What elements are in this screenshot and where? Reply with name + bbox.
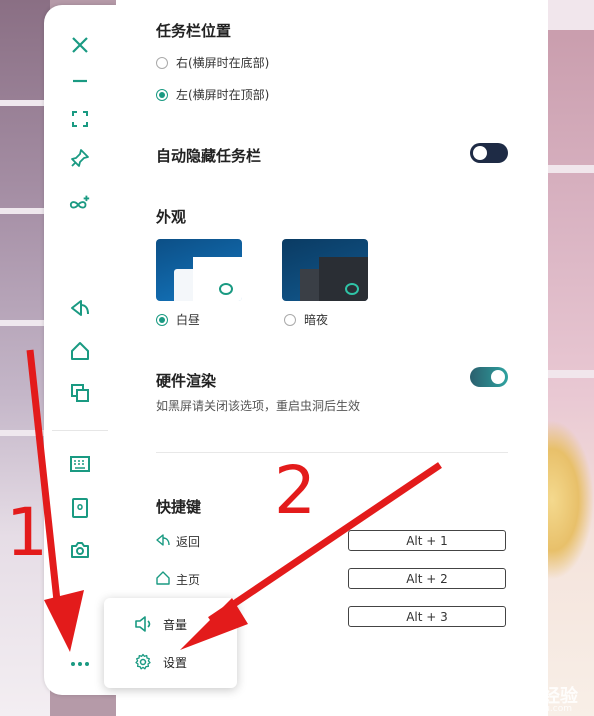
close-button[interactable] xyxy=(44,29,116,61)
shortcut-label: 主页 xyxy=(176,573,201,587)
toolbar-divider xyxy=(52,430,108,431)
menu-item-volume[interactable]: 音量 xyxy=(104,608,237,640)
pin-icon xyxy=(71,149,89,167)
hardware-render-toggle[interactable] xyxy=(470,367,508,387)
shortcut-row-back: 返回 Alt + 1 xyxy=(156,530,508,552)
background-shelf xyxy=(546,370,594,378)
thumbnail-window xyxy=(319,257,368,301)
background-right xyxy=(546,0,594,716)
radio-label: 白昼 xyxy=(176,313,201,327)
shortcut-key-field[interactable]: Alt + 2 xyxy=(348,568,506,589)
theme-thumbnail-day[interactable] xyxy=(156,239,242,301)
background-shelf xyxy=(546,165,594,173)
theme-option-night[interactable]: 暗夜 xyxy=(284,311,328,328)
toggle-knob xyxy=(491,370,505,384)
background-shelf xyxy=(0,100,50,106)
appearance-title: 外观 xyxy=(156,208,187,226)
phone-screen-icon xyxy=(72,498,88,518)
thumbnail-window xyxy=(193,257,242,301)
theme-thumbnail-night[interactable] xyxy=(282,239,368,301)
fullscreen-button[interactable] xyxy=(44,103,116,135)
minimize-icon xyxy=(73,79,87,83)
back-arrow-icon xyxy=(71,300,89,316)
back-button[interactable] xyxy=(44,292,116,324)
background-shelf xyxy=(546,0,594,30)
speaker-icon xyxy=(135,616,151,632)
camera-icon xyxy=(71,542,89,558)
auto-hide-toggle[interactable] xyxy=(470,143,508,163)
radio-label: 左(横屏时在顶部) xyxy=(176,88,270,102)
theme-option-day[interactable]: 白昼 xyxy=(156,311,200,328)
menu-item-label: 音量 xyxy=(163,617,188,632)
toggle-knob xyxy=(473,146,487,160)
radio-button-selected[interactable] xyxy=(156,88,168,101)
menu-item-settings[interactable]: 设置 xyxy=(104,646,237,678)
keyboard-button[interactable] xyxy=(44,448,116,480)
menu-item-label: 设置 xyxy=(163,655,188,670)
shortcuts-title: 快捷键 xyxy=(156,498,202,516)
back-arrow-icon xyxy=(156,534,170,546)
more-dots-icon xyxy=(71,662,89,666)
multitask-icon xyxy=(71,384,89,402)
background-shelf xyxy=(0,320,50,326)
keyboard-icon xyxy=(70,456,90,472)
background-shelf xyxy=(0,430,50,436)
wormhole-logo-icon xyxy=(345,283,359,295)
background-left xyxy=(0,0,50,716)
home-button[interactable] xyxy=(44,335,116,367)
taskbar-position-title: 任务栏位置 xyxy=(156,22,232,40)
hardware-render-title: 硬件渲染 xyxy=(156,372,217,390)
camera-button[interactable] xyxy=(44,534,116,566)
wormhole-add-button[interactable] xyxy=(44,187,116,219)
home-icon xyxy=(156,571,170,585)
radio-option-right[interactable]: 右(横屏时在底部) xyxy=(156,54,269,71)
left-toolbar xyxy=(44,5,116,695)
radio-label: 暗夜 xyxy=(304,313,329,327)
hardware-render-hint: 如黑屏请关闭该选项，重启虫洞后生效 xyxy=(156,399,361,413)
step-number-2: 2 xyxy=(274,452,316,529)
gear-icon xyxy=(135,653,151,670)
wormhole-logo-icon xyxy=(219,283,233,295)
step-number-1: 1 xyxy=(6,494,48,571)
background-shelf xyxy=(0,208,50,214)
infinity-plus-icon xyxy=(69,195,90,209)
close-icon xyxy=(72,37,88,53)
shortcut-row-home: 主页 Alt + 2 xyxy=(156,568,508,590)
section-divider xyxy=(156,452,508,453)
auto-hide-title: 自动隐藏任务栏 xyxy=(156,147,262,165)
minimize-button[interactable] xyxy=(44,65,116,97)
radio-button[interactable] xyxy=(284,313,296,326)
shortcut-key-field[interactable]: Alt + 3 xyxy=(348,606,506,627)
shortcut-key-field[interactable]: Alt + 1 xyxy=(348,530,506,551)
radio-option-left[interactable]: 左(横屏时在顶部) xyxy=(156,86,269,103)
more-popup-menu: 音量 设置 xyxy=(104,598,237,688)
home-icon xyxy=(71,342,89,360)
pin-button[interactable] xyxy=(44,142,116,174)
screenshot-button[interactable] xyxy=(44,492,116,524)
fullscreen-icon xyxy=(72,111,88,127)
radio-button-selected[interactable] xyxy=(156,313,168,326)
watermark-url: jingyan.baidu.com xyxy=(488,704,572,714)
radio-label: 右(横屏时在底部) xyxy=(176,56,270,70)
radio-button[interactable] xyxy=(156,56,168,69)
multitask-button[interactable] xyxy=(44,377,116,409)
shortcut-label: 返回 xyxy=(176,535,201,549)
